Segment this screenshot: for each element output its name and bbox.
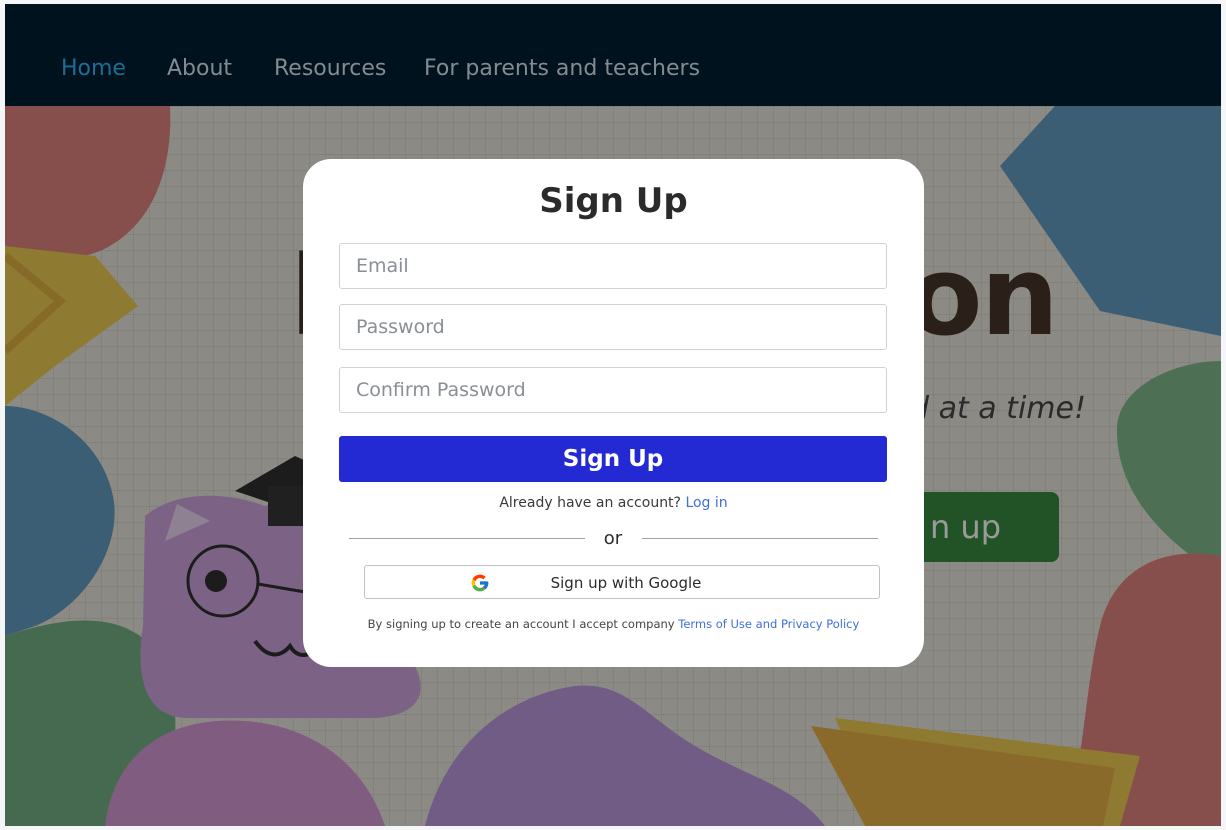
- google-signup-button[interactable]: Sign up with Google: [364, 565, 880, 599]
- google-signup-label: Sign up with Google: [550, 574, 702, 592]
- nav-resources[interactable]: Resources: [274, 56, 386, 81]
- divider-or: or: [603, 528, 623, 549]
- password-field[interactable]: [339, 304, 887, 350]
- nav-parents-teachers[interactable]: For parents and teachers: [424, 56, 700, 81]
- legal-notice: By signing up to create an account I acc…: [303, 617, 924, 631]
- top-navbar: Home About Resources For parents and tea…: [5, 4, 1221, 106]
- terms-link[interactable]: Terms of Use and Privacy Policy: [678, 617, 859, 631]
- app-window: Home About Resources For parents and tea…: [5, 4, 1221, 826]
- nav-about[interactable]: About: [167, 56, 232, 81]
- divider-line-right: [642, 538, 878, 539]
- sign-up-button[interactable]: Sign Up: [339, 436, 887, 482]
- email-field[interactable]: [339, 243, 887, 289]
- confirm-password-field[interactable]: [339, 367, 887, 413]
- login-prompt-text: Already have an account?: [499, 495, 681, 511]
- modal-title: Sign Up: [539, 181, 688, 221]
- login-link[interactable]: Log in: [685, 495, 727, 511]
- login-prompt-row: Already have an account? Log in: [303, 495, 924, 511]
- legal-text: By signing up to create an account I acc…: [367, 617, 675, 631]
- divider-line-left: [349, 538, 585, 539]
- signup-modal: Sign Up Sign Up Already have an account?…: [303, 159, 924, 667]
- nav-home[interactable]: Home: [61, 56, 126, 81]
